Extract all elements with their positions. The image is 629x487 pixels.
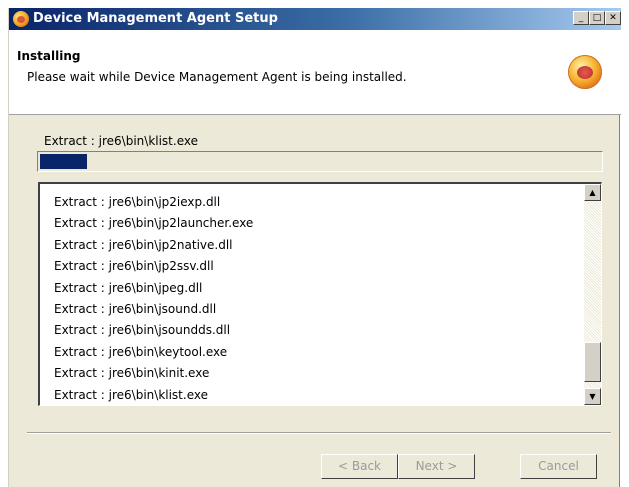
log-items: Extract : jre6\bin\jp2iexp.dll Extract : … [54,192,254,405]
close-button[interactable]: ✕ [605,11,621,25]
log-list-item: Extract : jre6\bin\kinit.exe [54,366,210,381]
maximize-button[interactable]: □ [589,11,605,25]
header-panel: Installing Please wait while Device Mana… [9,30,621,115]
page-subtitle: Please wait while Device Management Agen… [27,70,407,84]
progress-bar-fill [40,154,87,169]
scrollbar-thumb[interactable] [584,342,601,382]
footer-divider [27,432,611,434]
back-button[interactable]: < Back [321,454,398,479]
vertical-scrollbar[interactable]: ▲ ▼ [584,184,601,405]
log-list-item: Extract : jre6\bin\jp2ssv.dll [54,259,214,274]
scroll-down-button[interactable]: ▼ [584,388,601,405]
page-title: Installing [17,49,81,63]
app-icon [13,11,29,27]
log-list-item: Extract : jre6\bin\jpeg.dll [54,280,203,295]
log-list-item: Extract : jre6\bin\klist.exe [54,387,208,402]
install-log-list[interactable]: Extract : jre6\bin\jp2iexp.dll Extract : … [38,182,602,406]
setup-window: Device Management Agent Setup _ □ ✕ Inst… [8,8,621,487]
scroll-up-button[interactable]: ▲ [584,184,601,201]
log-list-item: Extract : jre6\bin\keytool.exe [54,344,228,359]
current-action-label: Extract : jre6\bin\klist.exe [44,134,198,148]
title-bar[interactable]: Device Management Agent Setup _ □ ✕ [9,8,621,30]
progress-bar [37,151,603,172]
log-list-item: Extract : jre6\bin\jp2iexp.dll [54,195,221,209]
next-button[interactable]: Next > [398,454,475,479]
log-list-item: Extract : jre6\bin\jsoundds.dll [54,323,231,338]
installer-logo-icon [568,55,602,89]
minimize-button[interactable]: _ [573,11,589,25]
cancel-button[interactable]: Cancel [520,454,597,479]
log-list-item: Extract : jre6\bin\jsound.dll [54,301,217,316]
log-list-item: Extract : jre6\bin\jp2launcher.exe [54,216,254,231]
log-list-item: Extract : jre6\bin\jp2native.dll [54,237,233,252]
window-title: Device Management Agent Setup [33,11,278,26]
